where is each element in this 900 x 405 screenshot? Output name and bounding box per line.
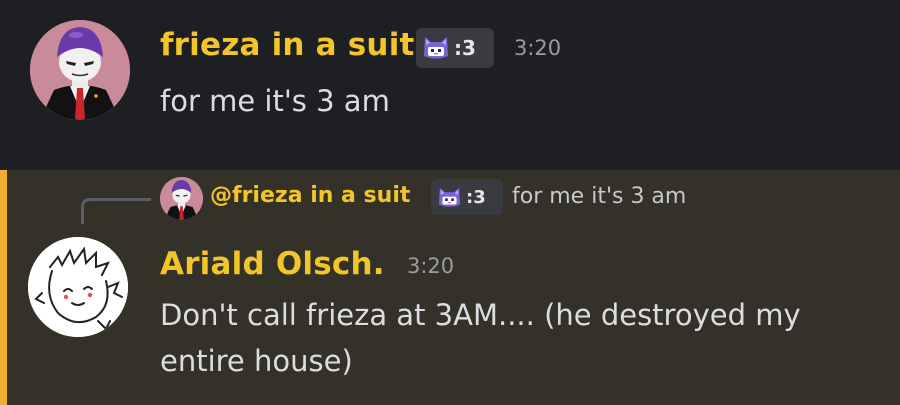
frieza-avatar-icon bbox=[160, 177, 203, 220]
tag-label: :3 bbox=[466, 186, 486, 208]
cat-icon bbox=[439, 187, 460, 207]
reply-author[interactable]: @frieza in a suit bbox=[210, 183, 410, 208]
message-timestamp[interactable]: 3:20 bbox=[514, 36, 561, 60]
message-timestamp[interactable]: 3:20 bbox=[407, 254, 454, 278]
message-text: for me it's 3 am bbox=[160, 84, 390, 118]
message[interactable]: frieza in a suit :3 3:20 for me it's 3 a… bbox=[0, 0, 900, 170]
message-text: Don't call frieza at 3AM.... (he destroy… bbox=[160, 298, 801, 378]
message-author[interactable]: frieza in a suit bbox=[160, 27, 415, 63]
reply-avatar[interactable] bbox=[160, 177, 203, 220]
reply-connector bbox=[81, 198, 151, 224]
cat-icon bbox=[424, 37, 448, 59]
reply-server-tag[interactable]: :3 bbox=[431, 179, 503, 215]
message-author[interactable]: Ariald Olsch. bbox=[160, 246, 385, 282]
tag-label: :3 bbox=[454, 36, 476, 60]
user-avatar[interactable] bbox=[28, 237, 128, 337]
frieza-avatar-icon bbox=[30, 20, 130, 120]
sketch-avatar-icon bbox=[28, 237, 128, 337]
user-avatar[interactable] bbox=[30, 20, 130, 120]
reply-preview-text[interactable]: for me it's 3 am bbox=[512, 184, 686, 209]
server-tag[interactable]: :3 bbox=[416, 28, 494, 68]
chat-log: frieza in a suit :3 3:20 for me it's 3 a… bbox=[0, 0, 900, 405]
highlighted-message[interactable]: @frieza in a suit :3 for me it's 3 am Ar… bbox=[0, 170, 900, 405]
